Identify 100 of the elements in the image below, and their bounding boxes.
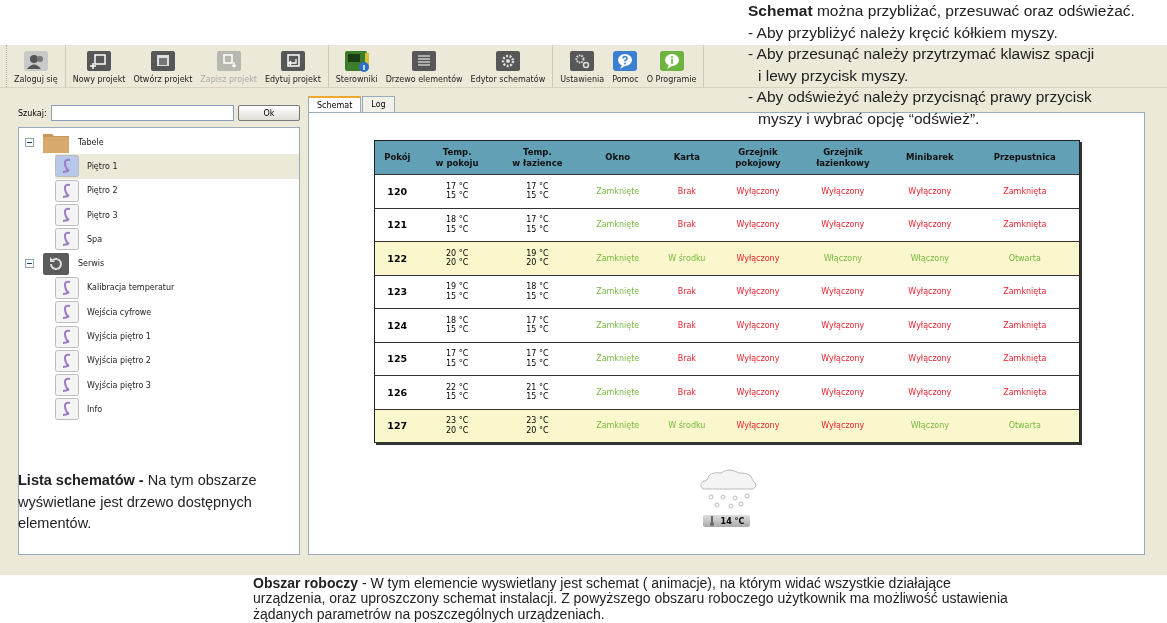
column-header: Grzejnik pokojowy [718, 140, 797, 175]
toolbar-button[interactable]: Edytor schematów [467, 45, 549, 87]
column-header: Przepustnica [971, 140, 1079, 175]
status-cell: Brak [654, 275, 719, 309]
status-cell: Wyłączony [888, 342, 971, 376]
schema-icon [55, 179, 79, 202]
table-cell: 18 °C 15 °C [420, 208, 495, 242]
status-cell: Wyłączony [718, 375, 797, 409]
table-cell: 18 °C 15 °C [420, 308, 495, 342]
toolbar-button[interactable]: Sterowniki [332, 45, 381, 87]
schema-icon [55, 349, 79, 372]
table-cell: 17 °C 15 °C [494, 208, 581, 242]
tree-item[interactable]: Wejścia cyfrowe [55, 300, 299, 325]
status-cell: Brak [654, 375, 719, 409]
status-cell: Zamknięte [580, 174, 655, 208]
tree-item[interactable]: Info [55, 397, 299, 422]
schema-icon [55, 228, 79, 251]
toolbar-button[interactable]: Zaloguj się [11, 45, 61, 87]
table-cell: 23 °C 20 °C [494, 409, 581, 443]
refresh-icon [42, 251, 70, 276]
room-number: 121 [374, 208, 421, 242]
status-cell: Wyłączony [888, 208, 971, 242]
toolbar-icon [612, 50, 639, 72]
tree-item[interactable]: Serwis [78, 259, 105, 269]
toolbar-button[interactable]: Otwórz projekt [130, 45, 196, 87]
ok-button[interactable]: Ok [238, 105, 300, 121]
table-cell: 19 °C 20 °C [494, 241, 581, 275]
status-cell: Wyłączony [797, 308, 889, 342]
room-number: 126 [374, 375, 421, 409]
room-number: 125 [374, 342, 421, 376]
annotation-text: - Aby przesunąć należy przytrzymać klawisz spacji i lewy przycisk myszy. [748, 44, 1096, 86]
table-cell: 17 °C 15 °C [494, 308, 581, 342]
schema-icon [55, 301, 79, 324]
status-cell: Otwarta [971, 241, 1079, 275]
status-cell: Wyłączony [718, 342, 797, 376]
column-header: Minibarek [888, 140, 971, 175]
status-cell: Zamknięta [971, 342, 1079, 376]
status-cell: Wyłączony [797, 375, 889, 409]
toolbar-button[interactable]: Pomoc [609, 45, 642, 87]
tab[interactable]: Log [362, 96, 395, 112]
toolbar-button[interactable]: Ustawienia [557, 45, 608, 87]
annotation-text: Schemat można przybliżać, przesuwać oraz odświeżać. [748, 1, 1135, 21]
status-cell: Brak [654, 174, 719, 208]
status-cell: Wyłączony [888, 308, 971, 342]
schema-icon [55, 204, 79, 227]
table-cell: 20 °C 20 °C [420, 241, 495, 275]
tree-item[interactable]: Kalibracja temperatur [55, 275, 299, 301]
toolbar-button[interactable]: Edytuj projekt [261, 45, 324, 87]
status-cell: Wyłączony [718, 174, 797, 208]
collapse-toggle[interactable] [25, 259, 34, 269]
tree-item[interactable]: Tabele [78, 137, 104, 147]
status-cell: Wyłączony [718, 208, 797, 242]
room-number: 122 [374, 241, 421, 275]
tree-item[interactable]: Wyjścia piętro 2 [55, 348, 299, 373]
status-cell: Zamknięta [971, 275, 1079, 309]
search-field[interactable] [50, 105, 234, 121]
toolbar-icon [149, 50, 176, 72]
toolbar-icon [494, 50, 521, 72]
schema-icon [55, 325, 79, 348]
column-header: Okno [580, 140, 655, 175]
table-cell: 19 °C 15 °C [420, 275, 495, 309]
toolbar-button[interactable]: O Programie [643, 45, 700, 87]
tree-item[interactable]: Piętro 3 [55, 202, 299, 228]
room-number: 124 [374, 308, 421, 342]
table-cell: 23 °C 20 °C [420, 409, 495, 443]
status-cell: Wyłączony [718, 275, 797, 309]
toolbar-icon [279, 50, 306, 72]
toolbar-button[interactable]: Nowy projekt [69, 45, 129, 87]
status-cell: Zamknięte [580, 275, 655, 309]
tree-item[interactable]: Wyjścia piętro 3 [55, 372, 299, 398]
table-cell: 17 °C 15 °C [420, 174, 495, 208]
status-cell: W środku [654, 409, 719, 443]
room-number: 123 [374, 275, 421, 309]
column-header: Grzejnik łazienkowy [797, 140, 889, 175]
schema-icon [55, 276, 79, 299]
table-cell: 22 °C 15 °C [420, 375, 495, 409]
column-header: Temp. w łazience [494, 140, 581, 175]
tab[interactable]: Schemat [308, 96, 362, 112]
table-cell: 17 °C 15 °C [494, 342, 581, 376]
status-cell: Wyłączony [797, 208, 889, 242]
status-cell: Otwarta [971, 409, 1079, 443]
status-cell: Włączony [888, 409, 971, 443]
status-cell: Wyłączony [797, 174, 889, 208]
status-cell: Wyłączony [718, 241, 797, 275]
table-cell: 17 °C 15 °C [420, 342, 495, 376]
tree-item[interactable]: Spa [55, 227, 299, 252]
room-number: 127 [374, 409, 421, 443]
status-cell: Zamknięte [580, 241, 655, 275]
status-cell: Wyłączony [797, 275, 889, 309]
search-label: Szukaj: [18, 108, 47, 118]
collapse-toggle[interactable] [25, 137, 34, 147]
tree-item[interactable]: Piętro 2 [55, 178, 299, 203]
toolbar-button[interactable]: Drzewo elementów [382, 45, 466, 87]
annotation-text: - Aby przybliżyć należy kręcić kółkiem myszy. [748, 22, 1059, 43]
status-cell: Wyłączony [888, 375, 971, 409]
tree-item[interactable]: Wyjścia piętro 1 [55, 324, 299, 349]
table-cell: 18 °C 15 °C [494, 275, 581, 309]
tree-item[interactable]: Piętro 1 [55, 154, 299, 179]
status-cell: Zamknięte [580, 208, 655, 242]
toolbar-icon [343, 50, 370, 72]
